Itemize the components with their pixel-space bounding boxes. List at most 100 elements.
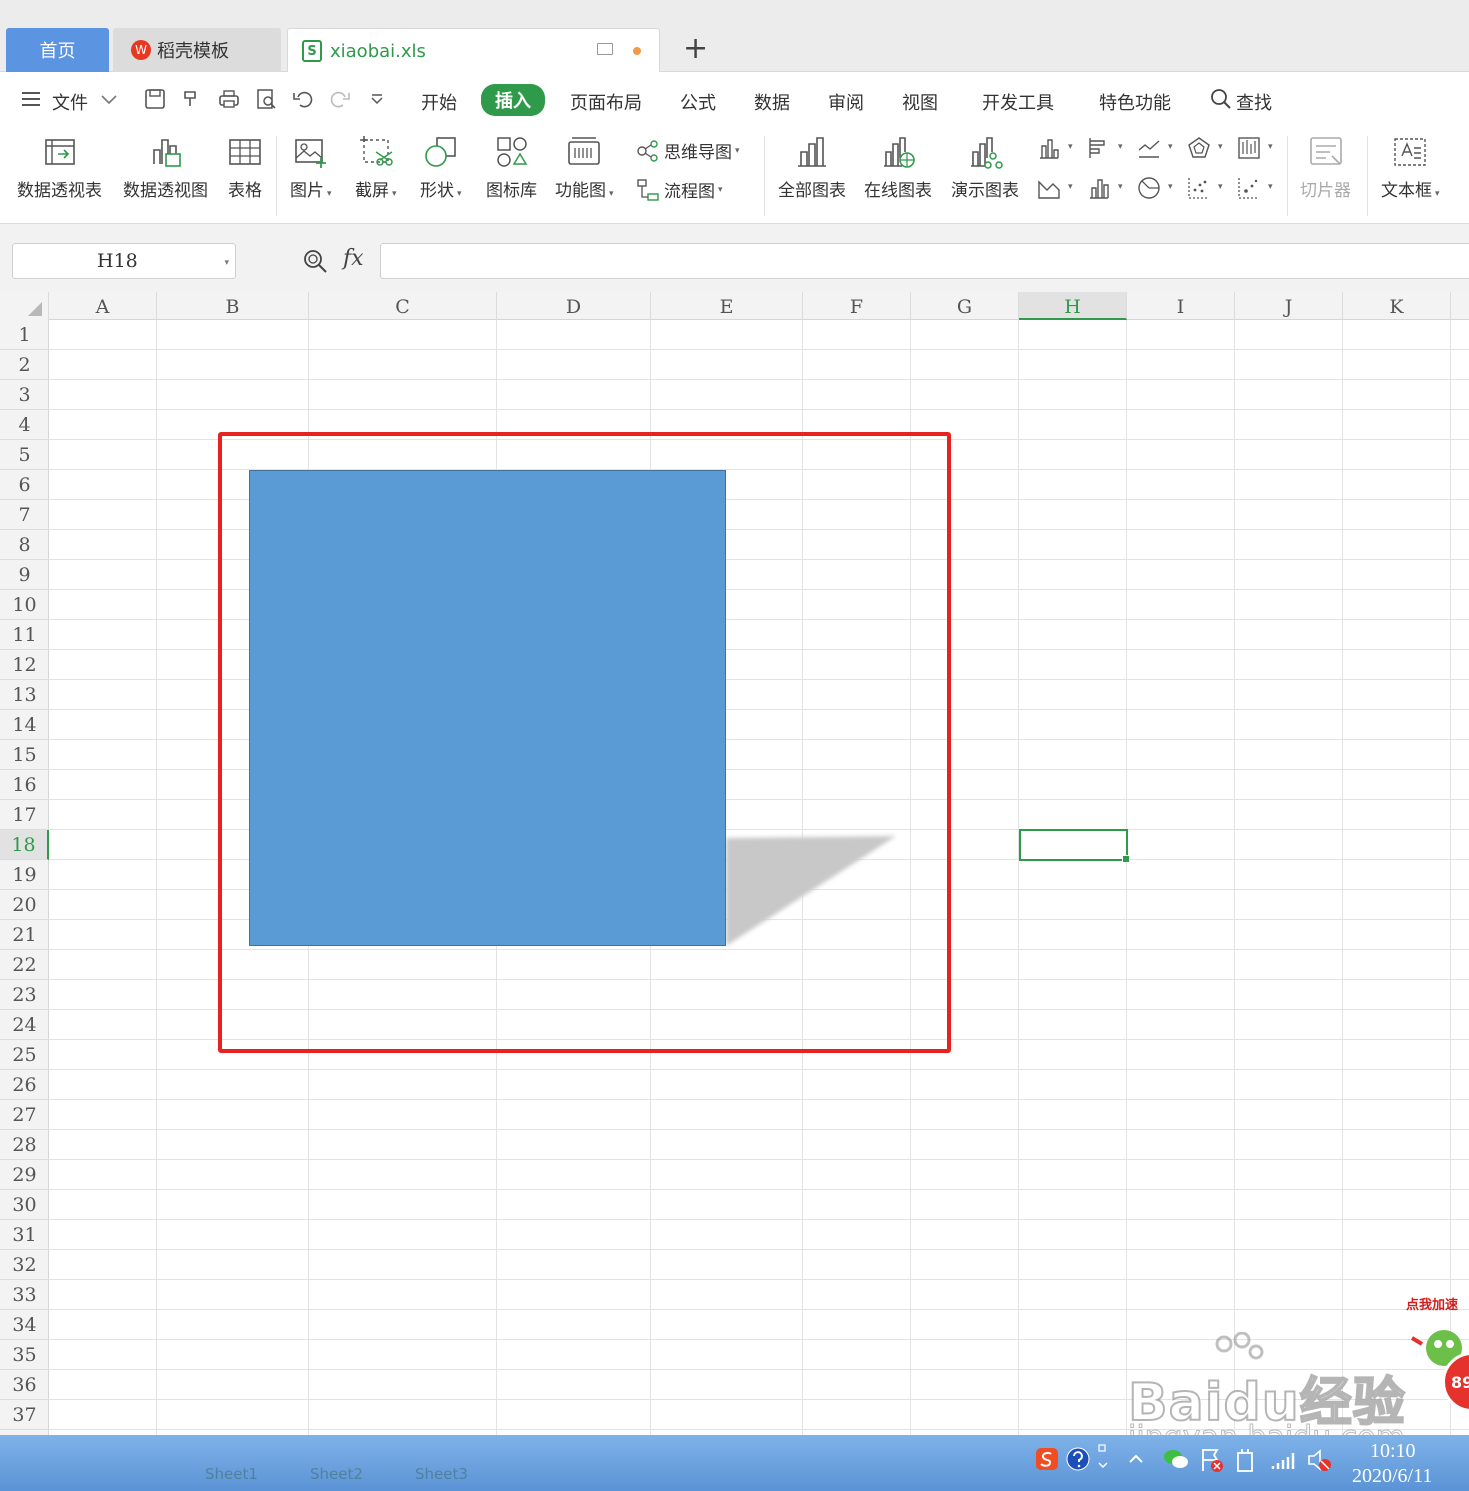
- menu-developer[interactable]: 开发工具: [982, 89, 1054, 115]
- row-header[interactable]: 13: [0, 680, 49, 710]
- area-chart-dropdown[interactable]: ▾: [1037, 176, 1077, 202]
- row-header[interactable]: 20: [0, 890, 49, 920]
- pie-chart-dropdown[interactable]: ▾: [1137, 176, 1177, 202]
- radar-chart-dropdown[interactable]: ▾: [1187, 136, 1227, 162]
- row-header[interactable]: 4: [0, 410, 49, 440]
- format-painter-icon[interactable]: [181, 88, 203, 110]
- row-header[interactable]: 16: [0, 770, 49, 800]
- column-header[interactable]: B: [157, 292, 309, 320]
- stock-chart-dropdown[interactable]: ▾: [1237, 136, 1277, 162]
- column-header[interactable]: G: [911, 292, 1019, 320]
- row-header[interactable]: 8: [0, 530, 49, 560]
- column-header[interactable]: D: [497, 292, 651, 320]
- sogou-ime-icon[interactable]: [1035, 1447, 1059, 1471]
- row-header[interactable]: 21: [0, 920, 49, 950]
- flowchart-button[interactable]: 流程图 ▾: [636, 177, 723, 202]
- function-chart-button[interactable]: 功能图 ▾: [555, 134, 614, 201]
- help-icon[interactable]: [1066, 1447, 1090, 1471]
- hamburger-menu-icon[interactable]: [20, 88, 42, 110]
- tab-home[interactable]: 首页: [6, 28, 109, 72]
- save-icon[interactable]: [144, 88, 166, 110]
- row-header[interactable]: 12: [0, 650, 49, 680]
- row-header[interactable]: 30: [0, 1190, 49, 1220]
- column-header[interactable]: I: [1127, 292, 1235, 320]
- wechat-icon[interactable]: [1163, 1447, 1188, 1471]
- column-header[interactable]: K: [1343, 292, 1451, 320]
- menu-view[interactable]: 视图: [902, 89, 938, 115]
- row-header[interactable]: 23: [0, 980, 49, 1010]
- monitor-icon[interactable]: [597, 43, 613, 55]
- textbox-button[interactable]: 文本框 ▾: [1381, 134, 1440, 201]
- row-header[interactable]: 35: [0, 1340, 49, 1370]
- menu-data[interactable]: 数据: [754, 89, 790, 115]
- mind-map-button[interactable]: 思维导图 ▾: [636, 138, 740, 163]
- network-signal-icon[interactable]: [1270, 1447, 1295, 1471]
- row-header[interactable]: 9: [0, 560, 49, 590]
- new-tab-button[interactable]: +: [683, 34, 708, 64]
- row-header[interactable]: 33: [0, 1280, 49, 1310]
- power-icon[interactable]: [1234, 1447, 1258, 1472]
- sheet-tab-2[interactable]: Sheet2: [310, 1465, 363, 1483]
- row-header[interactable]: 5: [0, 440, 49, 470]
- clock-time[interactable]: 10:10: [1370, 1440, 1416, 1463]
- column-header[interactable]: E: [651, 292, 803, 320]
- customize-toolbar-icon[interactable]: [366, 88, 388, 110]
- tab-document[interactable]: S xiaobai.xls: [287, 28, 660, 73]
- volume-muted-icon[interactable]: [1306, 1447, 1331, 1471]
- row-header[interactable]: 15: [0, 740, 49, 770]
- select-all-button[interactable]: [0, 292, 49, 320]
- menu-search[interactable]: 查找: [1236, 89, 1272, 115]
- row-header[interactable]: 3: [0, 380, 49, 410]
- menu-page-layout[interactable]: 页面布局: [570, 89, 642, 115]
- row-header[interactable]: 25: [0, 1040, 49, 1070]
- slicer-button[interactable]: 切片器: [1300, 134, 1351, 201]
- all-charts-button[interactable]: 全部图表: [778, 134, 846, 201]
- row-header[interactable]: 7: [0, 500, 49, 530]
- bubble-chart-dropdown[interactable]: ▾: [1237, 176, 1277, 202]
- scatter-chart-dropdown[interactable]: ▾: [1187, 176, 1227, 202]
- row-header[interactable]: 36: [0, 1370, 49, 1400]
- table-button[interactable]: 表格: [227, 134, 263, 201]
- pivot-table-button[interactable]: 数据透视表: [17, 134, 102, 201]
- row-header[interactable]: 22: [0, 950, 49, 980]
- menu-insert[interactable]: 插入: [481, 84, 545, 116]
- row-header[interactable]: 14: [0, 710, 49, 740]
- row-header[interactable]: 29: [0, 1160, 49, 1190]
- row-header[interactable]: 18: [0, 830, 49, 860]
- insert-function-button[interactable]: fx: [343, 246, 364, 271]
- bar-chart-dropdown[interactable]: ▾: [1087, 136, 1127, 162]
- row-header[interactable]: 28: [0, 1130, 49, 1160]
- picture-button[interactable]: 图片 ▾: [290, 134, 332, 201]
- active-cell-cursor[interactable]: [1019, 829, 1130, 863]
- clock-date[interactable]: 2020/6/11: [1352, 1465, 1432, 1488]
- row-header[interactable]: 26: [0, 1070, 49, 1100]
- menu-file[interactable]: 文件: [52, 89, 88, 115]
- search-icon[interactable]: [1210, 88, 1232, 110]
- column-header[interactable]: C: [309, 292, 497, 320]
- row-header[interactable]: 37: [0, 1400, 49, 1430]
- row-header[interactable]: 32: [0, 1250, 49, 1280]
- menu-special-features[interactable]: 特色功能: [1099, 89, 1171, 115]
- show-hidden-icons[interactable]: [1124, 1447, 1148, 1471]
- row-header[interactable]: 2: [0, 350, 49, 380]
- row-header[interactable]: 27: [0, 1100, 49, 1130]
- row-header[interactable]: 10: [0, 590, 49, 620]
- sheet-tab-3[interactable]: Sheet3: [415, 1465, 468, 1483]
- redo-icon[interactable]: [329, 88, 351, 110]
- column-header[interactable]: F: [803, 292, 911, 320]
- menu-home[interactable]: 开始: [421, 89, 457, 115]
- name-box[interactable]: H18 ▾: [12, 243, 236, 279]
- print-preview-icon[interactable]: [255, 88, 277, 110]
- chevron-down-icon[interactable]: [98, 88, 120, 110]
- row-header[interactable]: 6: [0, 470, 49, 500]
- shape-button[interactable]: 形状 ▾: [420, 134, 462, 201]
- tab-template[interactable]: W 稻壳模板: [113, 28, 281, 72]
- screenshot-button[interactable]: 截屏 ▾: [355, 134, 397, 201]
- row-header[interactable]: 19: [0, 860, 49, 890]
- undo-icon[interactable]: [292, 88, 314, 110]
- column-header[interactable]: J: [1235, 292, 1343, 320]
- zoom-icon[interactable]: [302, 248, 328, 274]
- sheet-tab-1[interactable]: Sheet1: [205, 1465, 258, 1483]
- column-header[interactable]: A: [49, 292, 157, 320]
- pivot-chart-button[interactable]: 数据透视图: [123, 134, 208, 201]
